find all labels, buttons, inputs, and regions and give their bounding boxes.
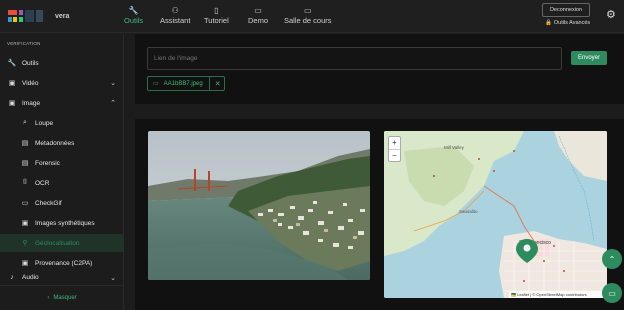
- top-navigation-bar: vera 🔧 Outils ⚇ Assistant ▯ Tutoriel ▭ D…: [0, 0, 624, 33]
- chevron-down-icon: ⌄: [110, 275, 116, 282]
- sidebar-item-metadonnees[interactable]: ▤ Metadonnées: [0, 134, 124, 152]
- image-icon: ▣: [8, 100, 16, 107]
- nav-tab-tutoriel[interactable]: ▯ Tutoriel: [204, 5, 229, 25]
- gif-icon: ▭: [21, 200, 29, 207]
- sidebar-item-label: Loupe: [35, 119, 54, 127]
- nav-label: Salle de cours: [284, 16, 332, 25]
- chevron-up-icon: ⌃: [608, 254, 616, 264]
- zoom-out-button[interactable]: −: [389, 150, 400, 162]
- sidebar: VERIFICATION 🔧 Outils ▣ Vidéo ⌄ ▣ Image …: [0, 34, 124, 310]
- sidebar-item-audio[interactable]: ♪ Audio ⌄: [0, 274, 124, 284]
- app-logo[interactable]: vera: [8, 8, 69, 24]
- wrench-icon: 🔧: [128, 6, 139, 15]
- map-zoom-control: + −: [388, 136, 401, 162]
- advanced-tools-toggle[interactable]: 🔒 Outils Avancés: [545, 20, 590, 26]
- wrench-icon: 🔧: [7, 60, 17, 67]
- monitor-icon: ▭: [254, 6, 262, 15]
- nav-label: Outils: [124, 16, 144, 25]
- gear-icon[interactable]: ⚙: [606, 8, 616, 21]
- video-icon: ▣: [8, 80, 16, 87]
- sidebar-item-label: Forensic: [35, 159, 60, 167]
- sidebar-item-label: OCR: [35, 179, 50, 187]
- sidebar-item-label: Image: [22, 99, 41, 107]
- map-town-label: Mill Valley: [444, 145, 465, 150]
- sidebar-item-outils[interactable]: 🔧 Outils: [0, 54, 124, 72]
- sidebar-item-label: Outils: [22, 59, 39, 67]
- nav-label: Demo: [248, 16, 269, 25]
- sidebar-item-image[interactable]: ▣ Image ⌃: [0, 94, 124, 112]
- robot-icon: ⚇: [171, 6, 179, 15]
- location-pin-icon: ⚲: [22, 240, 28, 247]
- map-town-label: Sausalito: [459, 209, 478, 214]
- geolocation-map[interactable]: Mill Valley Sausalito San Francisco: [384, 131, 607, 298]
- provenance-icon: ▣: [21, 260, 29, 267]
- chat-button[interactable]: ▭: [602, 283, 622, 303]
- sidebar-item-forensic[interactable]: ▤ Forensic: [0, 154, 124, 172]
- logo-graphic: [8, 10, 43, 22]
- sidebar-item-geolocalisation[interactable]: ⚲ Géolocalisation: [0, 234, 124, 252]
- nav-label: Tutoriel: [204, 16, 229, 25]
- synthetic-image-icon: ▣: [21, 220, 29, 227]
- logout-button[interactable]: Deconnexion: [542, 3, 590, 17]
- close-icon[interactable]: ✕: [215, 80, 221, 88]
- sidebar-section-title: VERIFICATION: [7, 41, 41, 46]
- hide-sidebar-button[interactable]: ‹ Masquer: [0, 285, 124, 310]
- magnifier-icon: ⌕: [23, 119, 27, 126]
- hide-sidebar-label: Masquer: [53, 295, 77, 301]
- sidebar-item-checkgif[interactable]: ▭ CheckGif: [0, 194, 124, 212]
- image-url-input[interactable]: [147, 47, 562, 70]
- scroll-to-top-button[interactable]: ⌃: [602, 249, 622, 269]
- ocr-icon: ⌷: [22, 179, 28, 186]
- sidebar-item-label: Vidéo: [22, 79, 39, 87]
- sidebar-item-video[interactable]: ▣ Vidéo ⌄: [0, 74, 124, 92]
- sidebar-item-label: Provenance (C2PA): [35, 259, 93, 267]
- chat-icon: ▭: [608, 288, 616, 298]
- nav-tab-assistant[interactable]: ⚇ Assistant: [160, 5, 190, 25]
- sidebar-item-ocr[interactable]: ⌷ OCR: [0, 174, 124, 192]
- chevron-left-icon: ‹: [47, 295, 50, 301]
- zoom-in-button[interactable]: +: [389, 137, 400, 149]
- audio-icon: ♪: [10, 274, 14, 281]
- nav-tab-demo[interactable]: ▭ Demo: [248, 5, 268, 25]
- classroom-icon: ▭: [303, 6, 312, 15]
- divider: [208, 76, 210, 91]
- sidebar-item-provenance[interactable]: ▣ Provenance (C2PA): [0, 254, 124, 272]
- sidebar-item-label: Géolocalisation: [35, 239, 80, 247]
- document-icon: ▤: [21, 140, 29, 147]
- sidebar-item-images-synthetiques[interactable]: ▣ Images synthétiques: [0, 214, 124, 232]
- map-attribution[interactable]: 🇺🇦 Leaflet | © OpenStreetMap contributor…: [509, 291, 607, 298]
- chevron-up-icon: ⌃: [110, 100, 116, 107]
- send-button[interactable]: Envoyer: [571, 51, 607, 65]
- uploaded-image-preview: [148, 131, 370, 280]
- sidebar-item-label: Metadonnées: [35, 139, 75, 147]
- sidebar-item-label: Images synthétiques: [35, 219, 95, 227]
- nav-tab-outils[interactable]: 🔧 Outils: [124, 5, 143, 25]
- folder-icon: ▭: [153, 81, 159, 87]
- sidebar-item-loupe[interactable]: ⌕ Loupe: [0, 114, 124, 132]
- uploaded-file-chip: ▭ AA1bBB7.jpeg ✕: [147, 76, 225, 91]
- book-icon: ▯: [214, 6, 219, 15]
- forensic-icon: ▤: [21, 160, 29, 167]
- nav-tab-salle-de-cours[interactable]: ▭ Salle de cours: [284, 5, 332, 25]
- sidebar-item-label: CheckGif: [35, 199, 62, 207]
- sidebar-item-label: Audio: [22, 274, 39, 281]
- file-name: AA1bBB7.jpeg: [163, 80, 203, 87]
- chevron-down-icon: ⌄: [110, 80, 116, 87]
- advanced-tools-label: Outils Avancés: [553, 20, 591, 26]
- nav-label: Assistant: [160, 16, 191, 25]
- logo-text: vera: [55, 12, 70, 20]
- lock-icon: 🔒: [545, 20, 552, 26]
